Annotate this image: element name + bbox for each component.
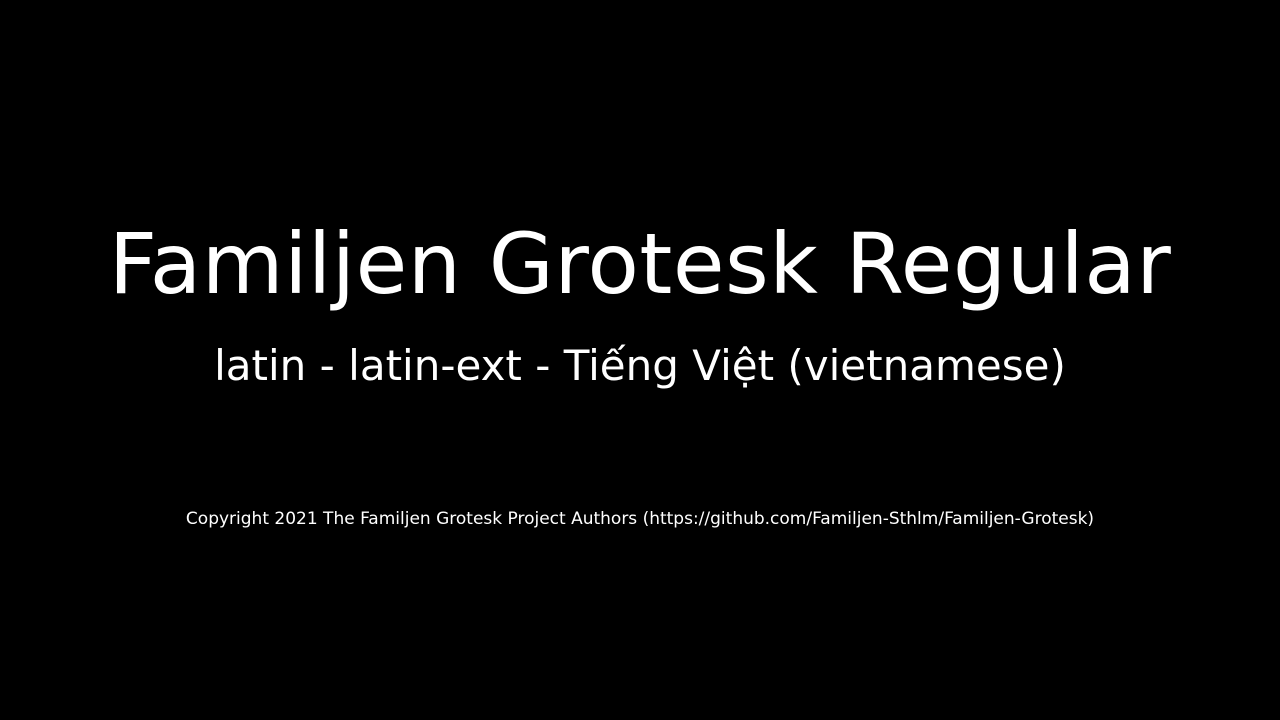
supported-scripts: latin - latin-ext - Tiếng Việt (vietname… <box>214 341 1066 390</box>
copyright-notice: Copyright 2021 The Familjen Grotesk Proj… <box>185 509 1095 529</box>
font-specimen-canvas: Familjen Grotesk Regular latin - latin-e… <box>0 0 1280 720</box>
font-title: Familjen Grotesk Regular <box>108 215 1172 313</box>
